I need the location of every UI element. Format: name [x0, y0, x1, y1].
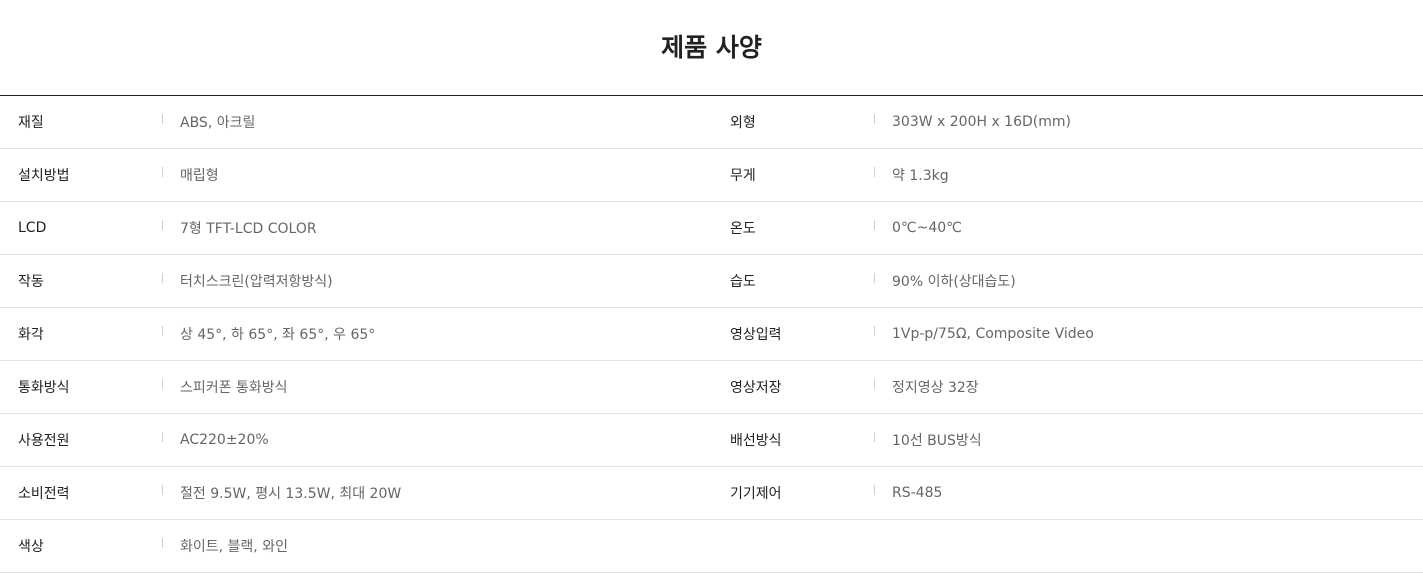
spec-cell: 기기제어 RS-485	[712, 467, 1423, 519]
table-row: 사용전원 AC220±20% 배선방식 10선 BUS방식	[0, 414, 1423, 467]
spec-label: 습도	[730, 274, 756, 290]
spec-cell: 습도 90% 이하(상대습도)	[712, 255, 1423, 307]
spec-cell: 온도 0℃~40℃	[712, 202, 1423, 254]
table-row: 작동 터치스크린(압력저항방식) 습도 90% 이하(상대습도)	[0, 255, 1423, 308]
spec-label: 무게	[730, 168, 756, 184]
spec-label: 재질	[18, 115, 44, 131]
spec-value: 정지영상 32장	[892, 380, 979, 396]
spec-label: 설치방법	[18, 168, 70, 184]
spec-cell: 화각 상 45°, 하 65°, 좌 65°, 우 65°	[0, 308, 712, 360]
spec-cell: 사용전원 AC220±20%	[0, 414, 712, 466]
spec-value: 화이트, 블랙, 와인	[180, 539, 288, 555]
table-row: 소비전력 절전 9.5W, 평시 13.5W, 최대 20W 기기제어 RS-4…	[0, 467, 1423, 520]
spec-label: 화각	[18, 327, 44, 343]
spec-label: 온도	[730, 221, 756, 237]
spec-value: 매립형	[180, 168, 219, 184]
spec-label: 기기제어	[730, 486, 782, 502]
spec-value: 10선 BUS방식	[892, 433, 982, 449]
spec-label: 영상입력	[730, 327, 782, 343]
table-row: 색상 화이트, 블랙, 와인	[0, 520, 1423, 573]
spec-cell: 배선방식 10선 BUS방식	[712, 414, 1423, 466]
table-row: 통화방식 스피커폰 통화방식 영상저장 정지영상 32장	[0, 361, 1423, 414]
spec-value: 상 45°, 하 65°, 좌 65°, 우 65°	[180, 327, 376, 343]
spec-label: 배선방식	[730, 433, 782, 449]
spec-cell: LCD 7형 TFT-LCD COLOR	[0, 202, 712, 254]
spec-label: 사용전원	[18, 433, 70, 449]
spec-value: 약 1.3kg	[892, 168, 949, 184]
table-row: LCD 7형 TFT-LCD COLOR 온도 0℃~40℃	[0, 202, 1423, 255]
spec-label: 영상저장	[730, 380, 782, 396]
spec-value: 절전 9.5W, 평시 13.5W, 최대 20W	[180, 486, 402, 502]
table-row: 재질 ABS, 아크릴 외형 303W x 200H x 16D(mm)	[0, 96, 1423, 149]
spec-value: 7형 TFT-LCD COLOR	[180, 221, 317, 237]
spec-cell: 작동 터치스크린(압력저항방식)	[0, 255, 712, 307]
spec-cell: 소비전력 절전 9.5W, 평시 13.5W, 최대 20W	[0, 467, 712, 519]
spec-cell: 색상 화이트, 블랙, 와인	[0, 520, 712, 572]
spec-table: 재질 ABS, 아크릴 외형 303W x 200H x 16D(mm) 설치방…	[0, 95, 1423, 573]
table-row: 화각 상 45°, 하 65°, 좌 65°, 우 65° 영상입력 1Vp-p…	[0, 308, 1423, 361]
spec-value: ABS, 아크릴	[180, 115, 256, 131]
spec-cell-empty	[712, 520, 1423, 572]
spec-value: 터치스크린(압력저항방식)	[180, 274, 333, 290]
spec-value: 1Vp-p/75Ω, Composite Video	[892, 326, 1094, 342]
spec-label: LCD	[18, 220, 47, 236]
spec-value: 0℃~40℃	[892, 220, 962, 236]
spec-value: RS-485	[892, 485, 943, 501]
spec-value: AC220±20%	[180, 432, 269, 448]
spec-value: 90% 이하(상대습도)	[892, 274, 1016, 290]
spec-label: 작동	[18, 274, 44, 290]
spec-label: 통화방식	[18, 380, 70, 396]
page-title: 제품 사양	[661, 32, 762, 62]
spec-cell: 외형 303W x 200H x 16D(mm)	[712, 96, 1423, 148]
spec-value: 스피커폰 통화방식	[180, 380, 288, 396]
spec-cell: 영상입력 1Vp-p/75Ω, Composite Video	[712, 308, 1423, 360]
spec-value: 303W x 200H x 16D(mm)	[892, 114, 1071, 130]
spec-cell: 재질 ABS, 아크릴	[0, 96, 712, 148]
spec-label: 외형	[730, 115, 756, 131]
spec-cell: 영상저장 정지영상 32장	[712, 361, 1423, 413]
spec-cell: 무게 약 1.3kg	[712, 149, 1423, 201]
table-row: 설치방법 매립형 무게 약 1.3kg	[0, 149, 1423, 202]
spec-label: 색상	[18, 539, 44, 555]
spec-cell: 통화방식 스피커폰 통화방식	[0, 361, 712, 413]
spec-label: 소비전력	[18, 486, 70, 502]
spec-cell: 설치방법 매립형	[0, 149, 712, 201]
